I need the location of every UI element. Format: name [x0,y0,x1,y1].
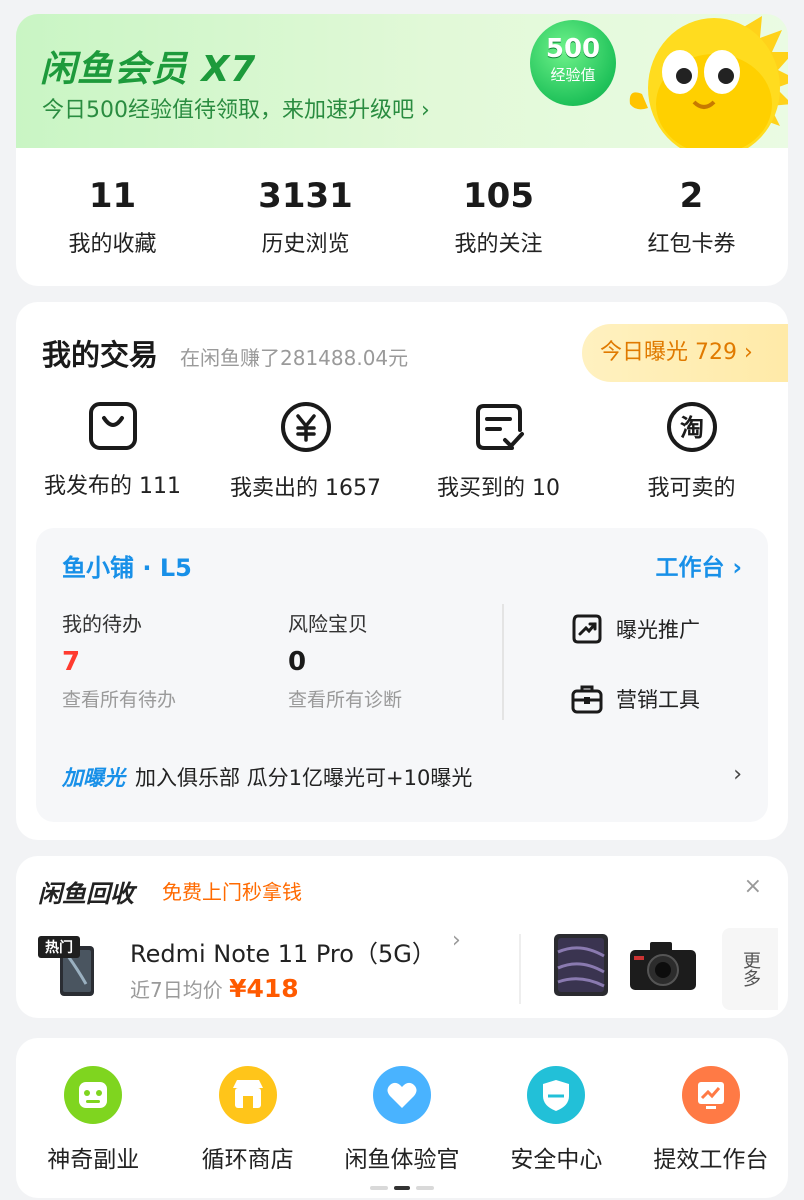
price-value: ¥418 [229,974,299,1003]
trade-published[interactable]: 我发布的 111 [16,400,209,502]
recycle-title: 闲鱼回收 [38,880,134,908]
exposure-button[interactable]: 今日曝光 729 › [582,324,788,382]
stat-following[interactable]: 105 我的关注 [402,148,595,286]
risk-link[interactable]: 查看所有诊断 [288,685,402,712]
promote-label: 曝光推广 [616,618,700,642]
club-tag: 加曝光 [62,766,125,790]
stat-label: 红包卡券 [647,232,736,257]
trade-sold[interactable]: 我卖出的 1657 [209,400,402,502]
member-title: 闲鱼会员 X7 [40,49,257,90]
page-indicator [370,1186,434,1190]
recycle-card: 闲鱼回收 免费上门秒拿钱 × 热门 Redmi Note 11 Pro（5G） … [16,856,788,1018]
stat-value: 3131 [258,176,353,216]
camera-thumbnail[interactable] [628,940,698,992]
trade-label: 我可卖的 [647,476,736,501]
workbench-link[interactable]: 工作台 › [656,548,743,582]
service-recycle-store[interactable]: 循环商店 [170,1038,324,1198]
service-efficiency-workbench[interactable]: 提效工作台 [634,1038,788,1198]
recycle-price-row: 近7日均价 ¥418 [130,974,299,1003]
stat-label: 历史浏览 [261,232,350,257]
service-label: 神奇副业 [47,1147,140,1173]
shop-panel: 鱼小铺 · L5 工作台 › 我的待办 7 查看所有待办 风险宝贝 0 查看所有… [36,528,768,822]
exp-badge[interactable]: 500 经验值 [530,20,616,106]
trade-label: 我发布的 111 [44,474,181,499]
stat-coupons[interactable]: 2 红包卡券 [595,148,788,286]
page-dot [370,1186,388,1190]
stat-favorites[interactable]: 11 我的收藏 [16,148,209,286]
risk-block[interactable]: 风险宝贝 0 查看所有诊断 [288,608,402,712]
chevron-right-icon[interactable]: › [733,762,742,787]
trade-earned: 在闲鱼赚了281488.04元 [180,346,409,370]
heart-icon [373,1066,432,1124]
risk-title: 风险宝贝 [288,612,368,636]
stat-label: 我的收藏 [68,232,157,257]
more-button[interactable]: 更多 [722,928,778,1010]
phone-thumbnail[interactable]: 热门 [38,936,100,998]
svg-text:淘: 淘 [680,414,704,442]
services-card: 神奇副业 循环商店 闲鱼体验官 安全中心 提效工作台 [16,1038,788,1198]
bag-icon [88,402,137,450]
promote-button[interactable]: 曝光推广 [570,612,700,646]
marketing-tools-button[interactable]: 营销工具 [570,682,700,716]
trade-sellable[interactable]: 淘 我可卖的 [595,400,788,502]
todo-title: 我的待办 [62,612,142,636]
recycle-product-name[interactable]: Redmi Note 11 Pro（5G） [130,934,436,969]
member-subtitle[interactable]: 今日500经验值待领取，来加速升级吧 › [42,92,430,124]
price-label: 近7日均价 [130,978,223,1002]
page-dot-active [394,1186,410,1190]
member-banner[interactable]: 闲鱼会员 X7 今日500经验值待领取，来加速升级吧 › 500 经验值 [16,14,788,148]
divider [502,604,504,720]
marketing-label: 营销工具 [616,688,700,712]
stat-label: 我的关注 [454,232,543,257]
toolbox-icon [571,685,603,714]
stat-value: 11 [88,176,137,216]
stats-card: 11 我的收藏 3131 历史浏览 105 我的关注 2 红包卡券 [16,148,788,286]
yen-icon [280,402,331,452]
chevron-right-icon[interactable]: › [452,928,461,953]
close-icon[interactable]: × [744,874,762,899]
promote-chart-icon [572,614,602,644]
divider [519,934,521,1004]
store-icon [218,1066,277,1124]
service-label: 闲鱼体验官 [344,1147,460,1173]
page-dot [416,1186,434,1190]
shield-icon [527,1066,586,1124]
chart-icon [681,1066,740,1124]
fish-mascot-icon [629,16,788,148]
order-check-icon [475,404,524,450]
trade-card: 我的交易 在闲鱼赚了281488.04元 今日曝光 729 › 我发布的 111… [16,302,788,840]
robot-icon [64,1066,123,1124]
club-banner[interactable]: 加曝光 加入俱乐部 瓜分1亿曝光可+10曝光 [62,762,472,792]
service-label: 安全中心 [510,1147,603,1173]
risk-count: 0 [288,647,307,677]
todo-count: 7 [62,647,81,677]
service-label: 提效工作台 [653,1147,769,1173]
trade-title: 我的交易 [42,338,159,372]
stat-value: 2 [679,176,704,216]
stat-history[interactable]: 3131 历史浏览 [209,148,402,286]
tablet-thumbnail[interactable] [552,932,610,998]
trade-label: 我卖出的 1657 [230,476,381,501]
todo-block[interactable]: 我的待办 7 查看所有待办 [62,608,176,712]
club-text: 加入俱乐部 瓜分1亿曝光可+10曝光 [135,766,473,790]
stat-value: 105 [463,176,534,216]
exp-label: 经验值 [550,66,596,84]
recycle-subtitle: 免费上门秒拿钱 [162,880,302,904]
todo-link[interactable]: 查看所有待办 [62,685,176,712]
trade-bought[interactable]: 我买到的 10 [402,400,595,502]
trade-shortcuts: 我发布的 111 我卖出的 1657 我买到的 10 淘 我可卖的 [16,400,788,502]
service-side-hustle[interactable]: 神奇副业 [16,1038,170,1198]
tao-icon: 淘 [666,402,717,452]
trade-label: 我买到的 10 [437,476,560,501]
shop-title[interactable]: 鱼小铺 · L5 [62,548,192,583]
service-label: 循环商店 [201,1147,294,1173]
exp-value: 500 [545,34,601,64]
service-security-center[interactable]: 安全中心 [479,1038,633,1198]
hot-badge-label: 热门 [45,939,73,956]
service-experience-officer[interactable]: 闲鱼体验官 [325,1038,479,1198]
